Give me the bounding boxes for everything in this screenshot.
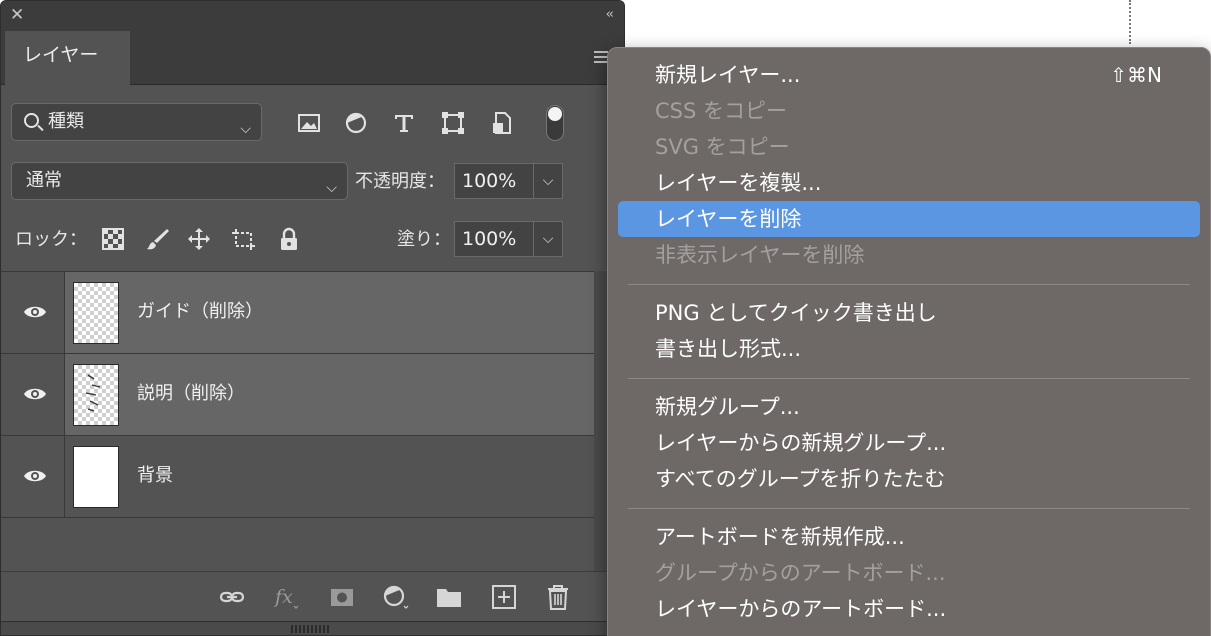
fill-chevron-icon[interactable]: ⌵ <box>534 221 563 257</box>
shape-filter-icon[interactable] <box>441 111 465 135</box>
link-icon[interactable] <box>219 584 245 610</box>
menu-item-new-group-from-layers[interactable]: レイヤーからの新規グループ... <box>618 425 1200 461</box>
layer-thumbnail <box>73 364 119 426</box>
visibility-cell[interactable] <box>1 272 65 353</box>
lock-transparent-pixels-icon[interactable] <box>101 227 125 251</box>
menu-item-copy-css: CSS をコピー <box>655 99 787 123</box>
type-filter-icon[interactable] <box>392 111 416 135</box>
resize-grip-icon[interactable] <box>291 625 331 633</box>
search-icon <box>24 113 39 128</box>
opacity-chevron-icon[interactable]: ⌵ <box>534 163 563 199</box>
lock-all-icon[interactable] <box>277 227 301 251</box>
menu-item-copy-svg: SVG をコピー <box>655 135 790 159</box>
layer-row[interactable]: 背景 <box>1 436 594 518</box>
visibility-cell[interactable] <box>1 436 65 517</box>
layer-row[interactable]: 説明（削除） <box>1 354 594 436</box>
menu-item-label: 新規レイヤー... <box>655 63 801 87</box>
layer-name[interactable]: 説明（削除） <box>137 382 245 406</box>
fill-input[interactable]: 100% <box>454 221 534 257</box>
trash-icon[interactable] <box>545 584 571 610</box>
menu-separator <box>628 378 1190 379</box>
visibility-cell[interactable] <box>1 354 65 435</box>
opacity-input[interactable]: 100% <box>454 163 534 199</box>
panel-resize-strip[interactable] <box>1 621 624 635</box>
layer-thumbnail <box>73 446 119 508</box>
image-filter-icon[interactable] <box>297 111 321 135</box>
chevron-down-icon: ⌵ <box>240 121 251 137</box>
layers-list: ガイド（削除） 説明（削除） 背景 <box>1 271 594 571</box>
menu-separator <box>628 284 1190 285</box>
filter-row: 種類 ⌵ <box>1 97 624 147</box>
blend-row: 通常 ⌵ 不透明度： 100% ⌵ <box>1 160 624 204</box>
fx-icon[interactable]: fx <box>274 584 300 610</box>
layers-context-menu: 新規レイヤー... ⇧⌘N CSS をコピー SVG をコピー レイヤーを複製.… <box>607 47 1211 636</box>
menu-item-new-artboard[interactable]: アートボードを新規作成... <box>618 519 1200 555</box>
menu-item-delete-hidden-layers: 非表示レイヤーを削除 <box>655 243 865 267</box>
svg-text:fx: fx <box>274 586 293 608</box>
menu-item-artboard-from-group: グループからのアートボード... <box>655 561 946 585</box>
lock-row: ロック： 塗り： 100% ⌵ <box>1 217 624 261</box>
new-layer-icon[interactable] <box>491 584 517 610</box>
filter-kind-label: 種類 <box>48 111 84 132</box>
layers-bottom-bar: fx <box>1 571 624 621</box>
tab-layers[interactable]: レイヤー <box>5 31 130 86</box>
layer-row[interactable]: ガイド（削除） <box>1 272 594 354</box>
menu-separator <box>628 508 1190 509</box>
menu-item-duplicate-layer[interactable]: レイヤーを複製... <box>618 165 1200 201</box>
adjustment-icon[interactable] <box>383 584 409 610</box>
smart-object-filter-icon[interactable] <box>490 111 514 135</box>
folder-icon[interactable] <box>436 584 462 610</box>
mask-icon[interactable] <box>329 584 355 610</box>
chevron-down-icon: ⌵ <box>326 180 337 196</box>
panel-tab-row: レイヤー <box>1 31 624 86</box>
filter-toggle[interactable] <box>546 105 564 141</box>
blend-mode-value: 通常 <box>26 170 62 191</box>
lock-image-pixels-icon[interactable] <box>146 227 170 251</box>
eye-icon[interactable] <box>23 387 47 401</box>
eye-icon[interactable] <box>23 469 47 483</box>
layer-name[interactable]: 背景 <box>137 464 173 488</box>
layer-name[interactable]: ガイド（削除） <box>137 300 263 324</box>
layer-thumbnail <box>73 282 119 344</box>
menu-item-artboard-from-layers[interactable]: レイヤーからのアートボード... <box>618 591 1200 627</box>
collapse-panel-icon[interactable]: ‹‹ <box>606 6 615 24</box>
fill-label: 塗り： <box>397 229 451 250</box>
layers-panel: ✕ ‹‹ レイヤー 種類 ⌵ 通常 ⌵ 不透明度： 100% ⌵ ロック： 塗り… <box>0 0 625 636</box>
menu-item-delete-layer[interactable]: レイヤーを削除 <box>618 201 1200 237</box>
lock-position-icon[interactable] <box>187 227 211 251</box>
filter-kind-dropdown[interactable]: 種類 ⌵ <box>11 103 262 141</box>
blend-mode-dropdown[interactable]: 通常 ⌵ <box>11 162 348 200</box>
opacity-label: 不透明度： <box>355 171 445 192</box>
panel-menu-icon[interactable] <box>594 51 608 63</box>
menu-item-new-layer[interactable]: 新規レイヤー... ⇧⌘N <box>618 57 1200 93</box>
lock-artboard-icon[interactable] <box>231 227 255 251</box>
menu-shortcut: ⇧⌘N <box>1110 63 1162 87</box>
close-icon[interactable]: ✕ <box>10 5 24 25</box>
thumbnail-content-icon <box>85 374 101 412</box>
menu-item-export-as[interactable]: 書き出し形式... <box>618 331 1200 367</box>
menu-item-quick-export-png[interactable]: PNG としてクイック書き出し <box>618 295 1200 331</box>
menu-item-collapse-all-groups[interactable]: すべてのグループを折りたたむ <box>618 461 1200 497</box>
lock-label: ロック： <box>15 229 87 250</box>
menu-item-new-group[interactable]: 新規グループ... <box>618 389 1200 425</box>
eye-icon[interactable] <box>23 305 47 319</box>
panel-titlebar[interactable]: ✕ ‹‹ <box>1 1 624 31</box>
canvas-guide-line <box>1129 0 1131 44</box>
adjustment-filter-icon[interactable] <box>344 111 368 135</box>
